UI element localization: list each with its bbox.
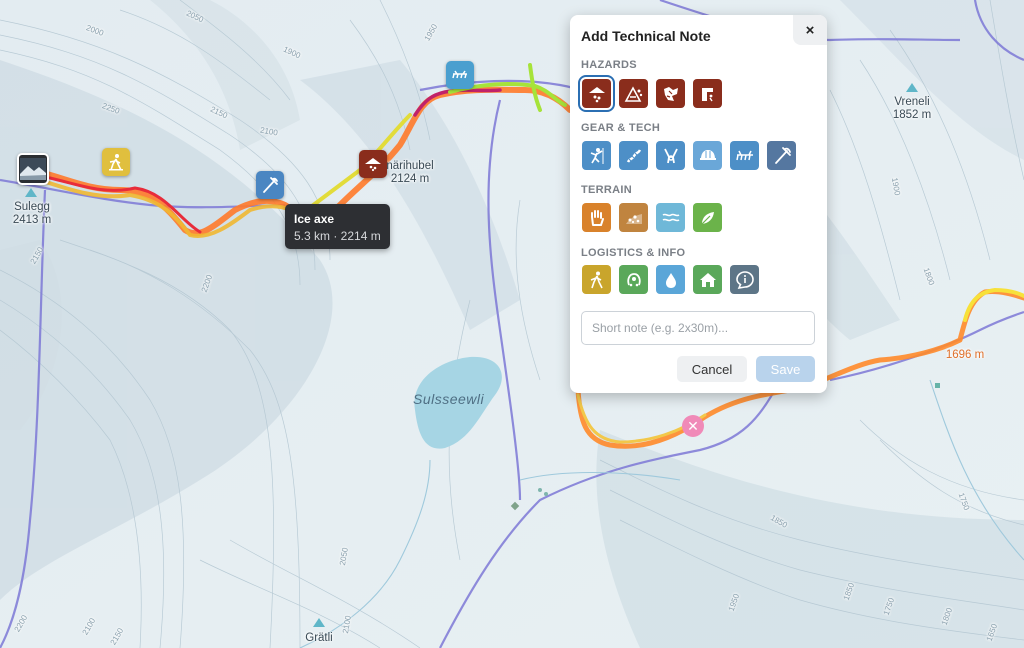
water-crossing-icon — [662, 213, 679, 221]
rockfall-icon — [624, 85, 642, 102]
terrain-icon-row — [582, 203, 722, 232]
crampons-icon — [452, 70, 467, 79]
tooltip-title: Ice axe — [294, 212, 335, 226]
close-icon: ✕ — [687, 417, 699, 434]
close-icon: × — [805, 21, 815, 39]
crampons-marker[interactable] — [446, 61, 474, 89]
water-crossing-button[interactable] — [656, 203, 685, 232]
info-icon — [735, 270, 754, 289]
tooltip-detail: 5.3 km · 2214 m — [294, 229, 381, 243]
rope-button[interactable] — [619, 141, 648, 170]
photo-icon — [20, 158, 46, 180]
climber-icon — [590, 147, 603, 164]
avalanche-button[interactable] — [578, 75, 615, 112]
waypoint-elevation: 1696 m — [945, 349, 985, 361]
vegetation-icon — [701, 211, 714, 224]
hut-button[interactable] — [693, 265, 722, 294]
hiker-marker[interactable] — [102, 148, 130, 176]
peak-icon — [906, 83, 918, 92]
water-source-button[interactable] — [656, 265, 685, 294]
icefall-button[interactable] — [656, 79, 685, 108]
helmet-button[interactable] — [693, 141, 722, 170]
logistics-info-icon-row — [582, 265, 759, 294]
steep-terrain-button[interactable] — [693, 79, 722, 108]
climber-button[interactable] — [582, 141, 611, 170]
peak-icon — [313, 618, 325, 627]
peak-label-gratli: Grätli — [305, 632, 333, 644]
vegetation-button[interactable] — [693, 203, 722, 232]
short-note-input[interactable] — [581, 311, 815, 345]
harness-icon — [663, 148, 678, 163]
ice-axe-icon — [774, 146, 791, 164]
info-button[interactable] — [730, 265, 759, 294]
scree-button[interactable] — [619, 203, 648, 232]
save-button[interactable]: Save — [756, 356, 815, 382]
icefall-icon — [663, 86, 678, 101]
peak-icon — [25, 188, 37, 197]
avalanche-marker[interactable] — [359, 150, 387, 178]
avalanche-icon — [588, 86, 605, 102]
ice-axe-icon — [263, 177, 278, 193]
panel-title: Add Technical Note — [581, 28, 711, 44]
steep-terrain-icon — [701, 87, 713, 101]
close-panel-button[interactable]: × — [793, 15, 827, 45]
lake-label: Sulsseewli — [413, 391, 485, 407]
hiker-icon — [590, 271, 603, 288]
water-source-icon — [665, 272, 676, 288]
crampons-button[interactable] — [730, 141, 759, 170]
peak-label-vreneli: Vreneli 1852 m — [892, 96, 932, 121]
harness-button[interactable] — [656, 141, 685, 170]
ice-axe-button[interactable] — [767, 141, 796, 170]
crampons-icon — [735, 150, 753, 160]
hut-icon — [699, 272, 716, 287]
hazards-icon-row — [578, 75, 722, 112]
peak-label-sulegg: Sulegg 2413 m — [12, 201, 52, 226]
viewpoint-button[interactable] — [619, 265, 648, 294]
photo-marker[interactable] — [17, 153, 49, 185]
section-label-gear-tech: GEAR & TECH — [581, 122, 661, 134]
hiker-icon — [109, 154, 123, 171]
remove-point-button[interactable]: ✕ — [682, 415, 704, 437]
add-technical-note-panel: Add Technical Note × HAZARDS GEAR & TECH — [570, 15, 827, 393]
peak-label-narihubel: närihubel 2124 m — [386, 160, 434, 185]
avalanche-icon — [365, 158, 381, 172]
scree-icon — [625, 213, 642, 224]
rope-icon — [626, 148, 641, 163]
ice-axe-marker[interactable] — [256, 171, 284, 199]
helmet-icon — [699, 149, 716, 160]
scramble-icon — [590, 209, 604, 226]
rockfall-button[interactable] — [619, 79, 648, 108]
hiker-button[interactable] — [582, 265, 611, 294]
section-label-logistics-info: LOGISTICS & INFO — [581, 247, 686, 259]
topo-map[interactable] — [0, 0, 1024, 648]
viewpoint-icon — [626, 272, 641, 286]
track-tooltip: Ice axe 5.3 km · 2214 m — [285, 204, 390, 249]
cancel-button[interactable]: Cancel — [677, 356, 747, 382]
section-label-terrain: TERRAIN — [581, 184, 632, 196]
section-label-hazards: HAZARDS — [581, 59, 637, 71]
gear-tech-icon-row — [582, 141, 796, 170]
scramble-button[interactable] — [582, 203, 611, 232]
